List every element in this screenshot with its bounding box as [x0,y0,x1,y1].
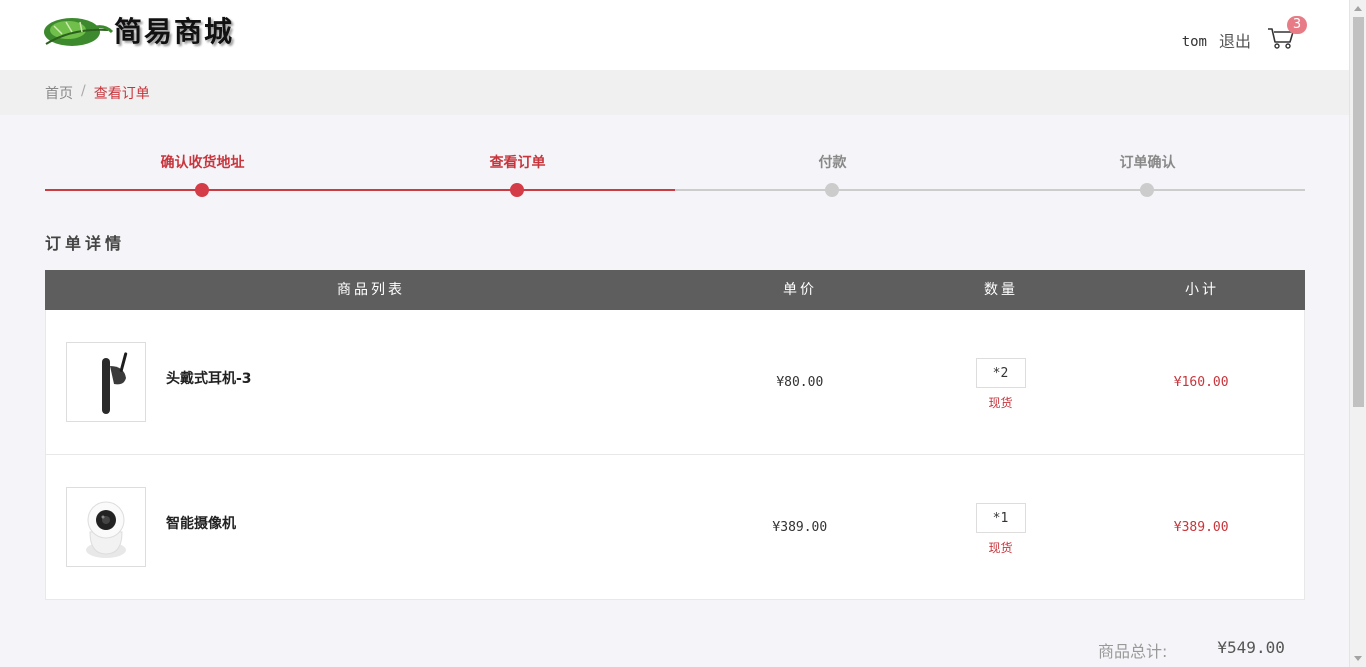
site-logo[interactable]: 简易商城 [42,8,237,58]
breadcrumb-bar: 首页 / 查看订单 [0,70,1349,115]
step-order-confirm: 订单确认 [990,150,1305,197]
cart-button[interactable]: 3 [1267,16,1307,52]
total-label: 商品总计: [1098,642,1168,661]
camera-icon [86,501,126,558]
breadcrumb-current: 查看订单 [93,86,150,102]
order-table: 商品列表 单价 数量 小计 头戴式耳机-3 ¥80.00 *2 现货 ¥160.… [45,270,1305,600]
order-total: 商品总计: ¥549.00 [1098,638,1285,662]
leaf-logo-icon [44,18,114,46]
step-dot [195,183,209,197]
progress-track-done [45,189,675,191]
subtotal: ¥160.00 [1173,374,1229,390]
product-cell: 头戴式耳机-3 [46,342,697,422]
table-row: 智能摄像机 ¥389.00 *1 现货 ¥389.00 [45,455,1305,600]
unit-price: ¥80.00 [776,374,824,390]
subtotal: ¥389.00 [1173,519,1229,535]
quantity-cell: *1 现货 [903,499,1099,556]
order-details-title: 订单详情 [45,234,126,253]
column-header-products: 商品列表 [337,282,405,298]
stock-status: 现货 [988,395,1013,410]
product-name[interactable]: 头戴式耳机-3 [166,368,252,388]
user-area: tom 退出 3 [1182,16,1307,54]
scroll-thumb[interactable] [1353,17,1364,407]
checkout-progress: 确认收货地址 查看订单 付款 订单确认 [45,150,1305,200]
scroll-down-arrow-icon[interactable] [1354,656,1362,661]
product-cell: 智能摄像机 [46,487,697,567]
step-label: 付款 [818,155,847,171]
step-label: 确认收货地址 [160,155,245,171]
quantity-display: *1 [975,502,1026,533]
step-payment: 付款 [675,150,990,197]
unit-price: ¥389.00 [772,519,828,535]
site-header: 简易商城 tom 退出 3 [0,0,1349,70]
stock-status: 现货 [988,540,1013,555]
logo-text: 简易商城 [114,15,235,48]
column-header-quantity: 数量 [984,282,1018,298]
total-value: ¥549.00 [1217,638,1285,657]
quantity-cell: *2 现货 [903,354,1099,411]
product-thumbnail[interactable] [66,342,146,422]
column-header-unit-price: 单价 [783,282,817,298]
page-scrollbar[interactable] [1349,0,1366,667]
step-confirm-address: 确认收货地址 [45,150,360,197]
username[interactable]: tom [1182,34,1207,50]
step-view-order: 查看订单 [360,150,675,197]
step-dot [825,183,839,197]
step-dot [510,183,524,197]
earphone-icon [102,352,128,414]
product-name[interactable]: 智能摄像机 [166,513,236,533]
breadcrumb: 首页 / 查看订单 [45,83,150,103]
breadcrumb-home[interactable]: 首页 [45,83,73,103]
step-label: 订单确认 [1119,155,1176,171]
step-label: 查看订单 [489,155,546,171]
column-header-subtotal: 小计 [1185,282,1219,298]
step-dot [1140,183,1154,197]
product-thumbnail[interactable] [66,487,146,567]
breadcrumb-separator: / [81,83,86,99]
table-header: 商品列表 单价 数量 小计 [45,270,1305,310]
quantity-display: *2 [975,357,1026,388]
logout-link[interactable]: 退出 [1219,28,1251,52]
cart-count-badge: 3 [1287,16,1307,34]
table-row: 头戴式耳机-3 ¥80.00 *2 现货 ¥160.00 [45,310,1305,455]
scroll-up-arrow-icon[interactable] [1354,6,1362,11]
